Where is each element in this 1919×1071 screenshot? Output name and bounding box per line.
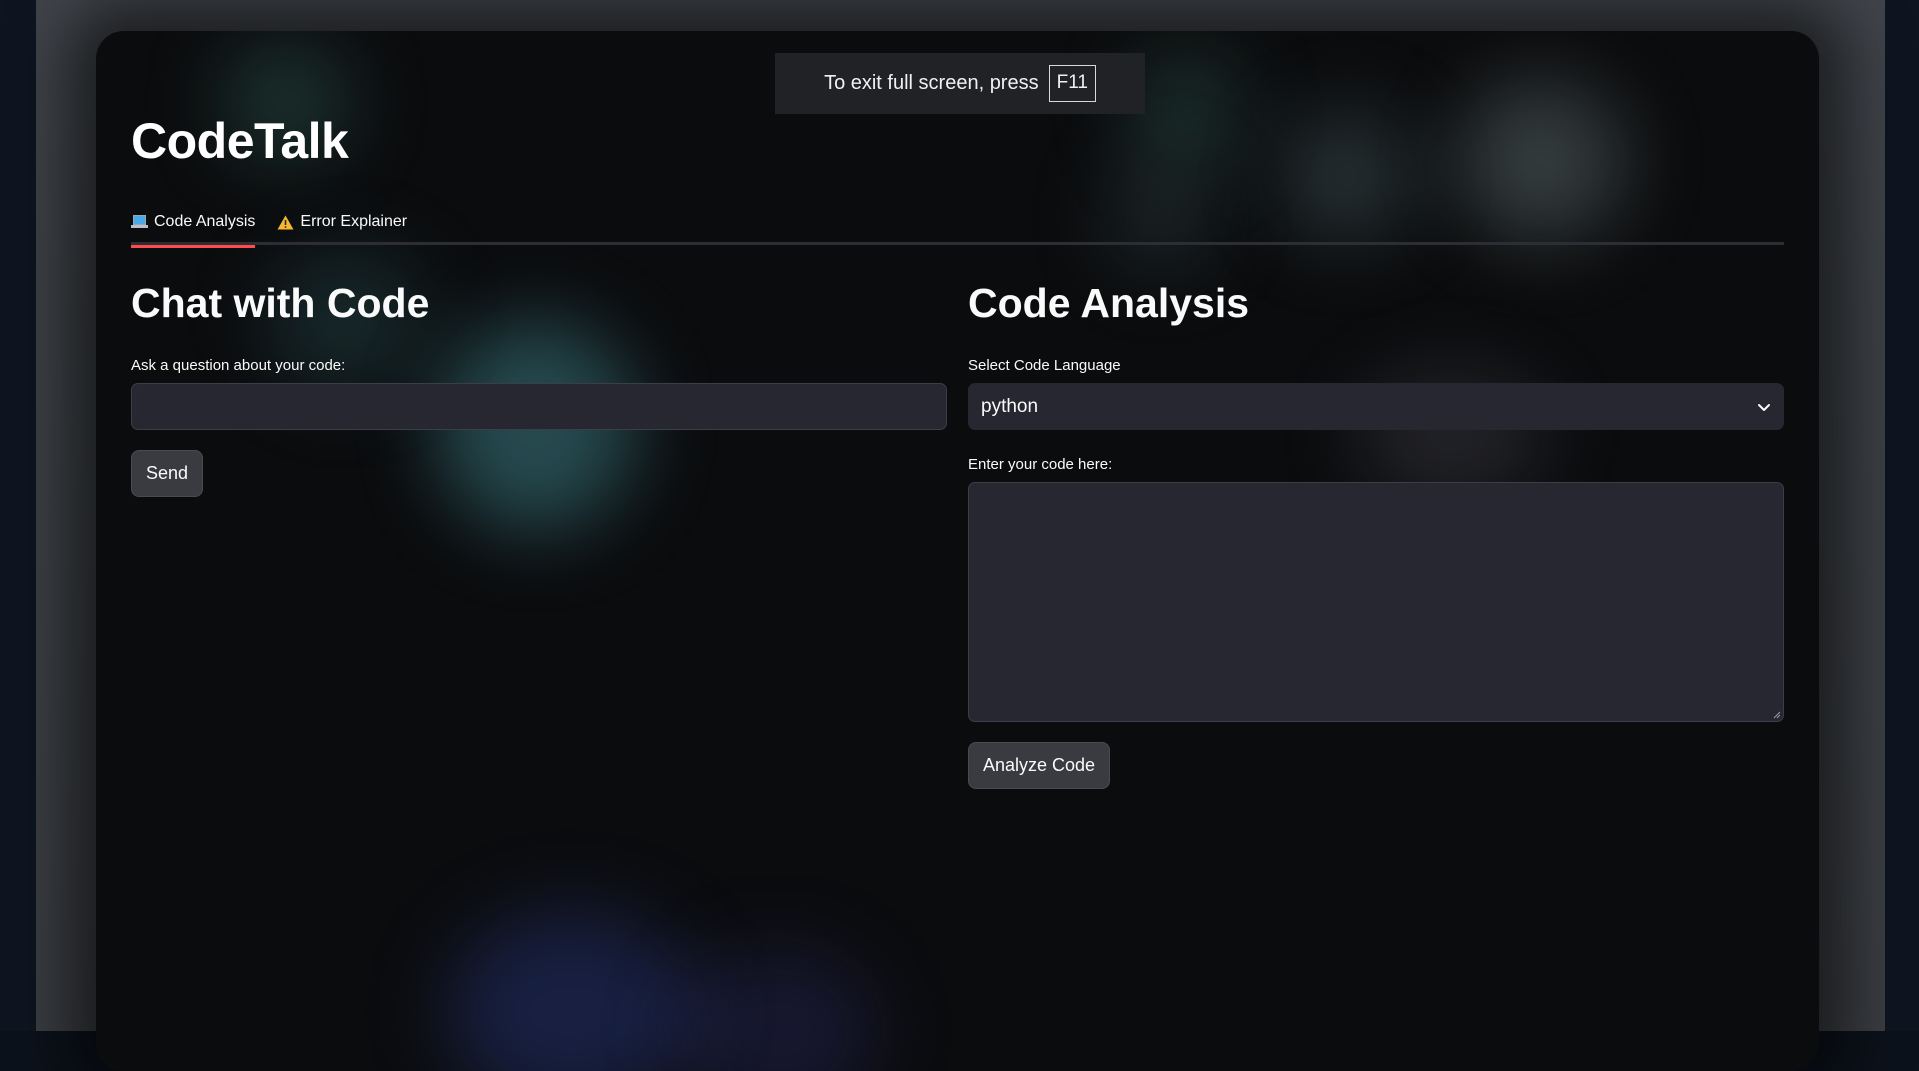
analysis-heading: Code Analysis: [968, 280, 1250, 326]
fullscreen-notice-text: To exit full screen, press: [824, 72, 1039, 94]
chat-heading: Chat with Code: [131, 280, 430, 326]
tab-error-explainer[interactable]: Error Explainer: [277, 205, 407, 245]
send-button[interactable]: Send: [131, 450, 204, 497]
language-label: Select Code Language: [968, 357, 1121, 374]
resize-grip-icon[interactable]: [1772, 710, 1781, 719]
fullscreen-key: F11: [1048, 65, 1096, 102]
laptop-icon: [131, 215, 148, 229]
tab-label: Error Explainer: [300, 213, 408, 230]
tab-label: Code Analysis: [154, 213, 256, 230]
tab-code-analysis[interactable]: Code Analysis: [131, 205, 256, 248]
question-input[interactable]: [131, 383, 947, 430]
tab-bar: Code Analysis Error Explainer: [131, 205, 1784, 248]
analyze-code-button[interactable]: Analyze Code: [968, 742, 1111, 789]
question-label: Ask a question about your code:: [131, 357, 346, 374]
app-title: CodeTalk: [131, 113, 349, 169]
chat-column: Chat with Code Ask a question about your…: [131, 280, 947, 497]
analysis-column: Code Analysis Select Code Language pytho…: [968, 280, 1784, 789]
language-value: python: [981, 395, 1039, 417]
code-textarea[interactable]: [968, 482, 1784, 722]
warning-icon: [277, 215, 294, 229]
language-select[interactable]: python: [968, 383, 1784, 430]
fullscreen-notice: To exit full screen, press F11: [775, 53, 1145, 114]
window-edge-right: [1885, 0, 1919, 1031]
code-label: Enter your code here:: [968, 456, 1113, 473]
window-edge-left: [0, 0, 36, 1031]
chevron-down-icon: [1758, 403, 1770, 411]
